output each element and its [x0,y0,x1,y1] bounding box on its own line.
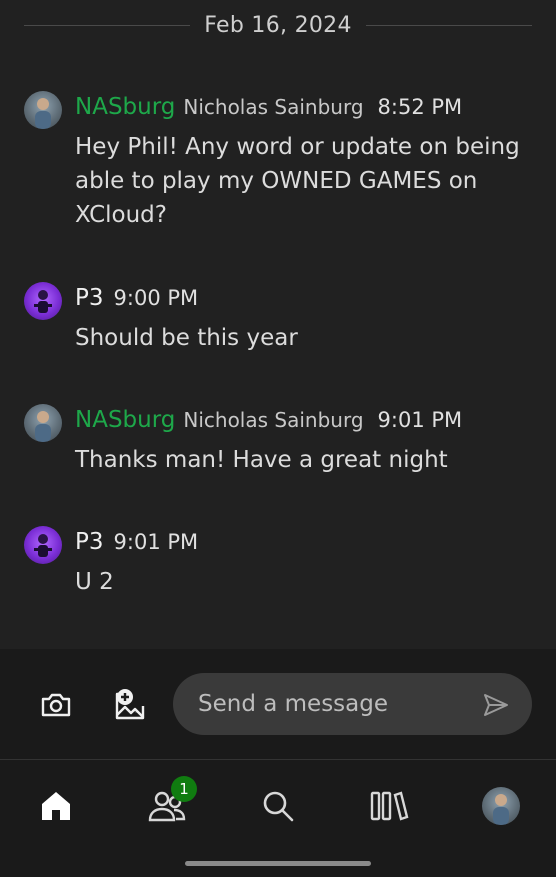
message-line: Should be this year [75,325,298,351]
divider-line-left [24,24,191,26]
bottom-nav [0,760,556,877]
message-line: able to play my OWNED GAMES on [75,168,478,194]
real-name: Nicholas Sainburg [183,95,364,119]
home-icon[interactable] [36,786,76,826]
avatar[interactable] [24,526,62,564]
timestamp: 9:00 PM [113,286,199,310]
message-text: Thanks man! Have a great night [75,443,534,477]
timestamp: 9:01 PM [377,408,463,432]
gamertag[interactable]: P3 [75,285,104,311]
date-label: Feb 16, 2024 [204,12,352,38]
message-line: XCloud? [75,202,167,228]
gamertag[interactable]: NASburg [75,94,175,120]
message-text: Should be this year [75,321,534,355]
gamertag[interactable]: NASburg [75,407,175,433]
camera-icon[interactable] [36,685,76,725]
avatar[interactable] [24,91,62,129]
message-item: NASburg Nicholas Sainburg 9:01 PM Thanks… [24,404,534,484]
send-icon[interactable] [482,691,510,719]
home-indicator [185,861,371,866]
library-icon[interactable] [369,786,409,826]
avatar[interactable] [24,282,62,320]
friends-badge: 1 [171,776,197,802]
message-text: Hey Phil! Any word or update on being ab… [75,130,534,232]
add-image-icon[interactable] [110,685,150,725]
timestamp: 8:52 PM [377,95,463,119]
message-item: P3 9:01 PM U 2 [24,526,534,606]
real-name: Nicholas Sainburg [183,408,364,432]
divider-line-right [365,24,533,26]
message-text: U 2 [75,565,534,599]
message-line: Hey Phil! Any word or update on being [75,134,520,160]
gamertag[interactable]: P3 [75,529,104,555]
profile-avatar[interactable] [481,786,521,826]
avatar[interactable] [24,404,62,442]
message-input-placeholder: Send a message [198,691,389,717]
search-icon[interactable] [258,786,298,826]
message-item: NASburg Nicholas Sainburg 8:52 PM Hey Ph… [24,91,534,241]
message-input[interactable]: Send a message [173,673,532,735]
message-composer: Send a message [0,649,556,759]
date-divider: Feb 16, 2024 [24,8,533,42]
message-line: Thanks man! Have a great night [75,447,448,473]
message-item: P3 9:00 PM Should be this year [24,282,534,362]
timestamp: 9:01 PM [113,530,199,554]
message-line: U 2 [75,569,114,595]
